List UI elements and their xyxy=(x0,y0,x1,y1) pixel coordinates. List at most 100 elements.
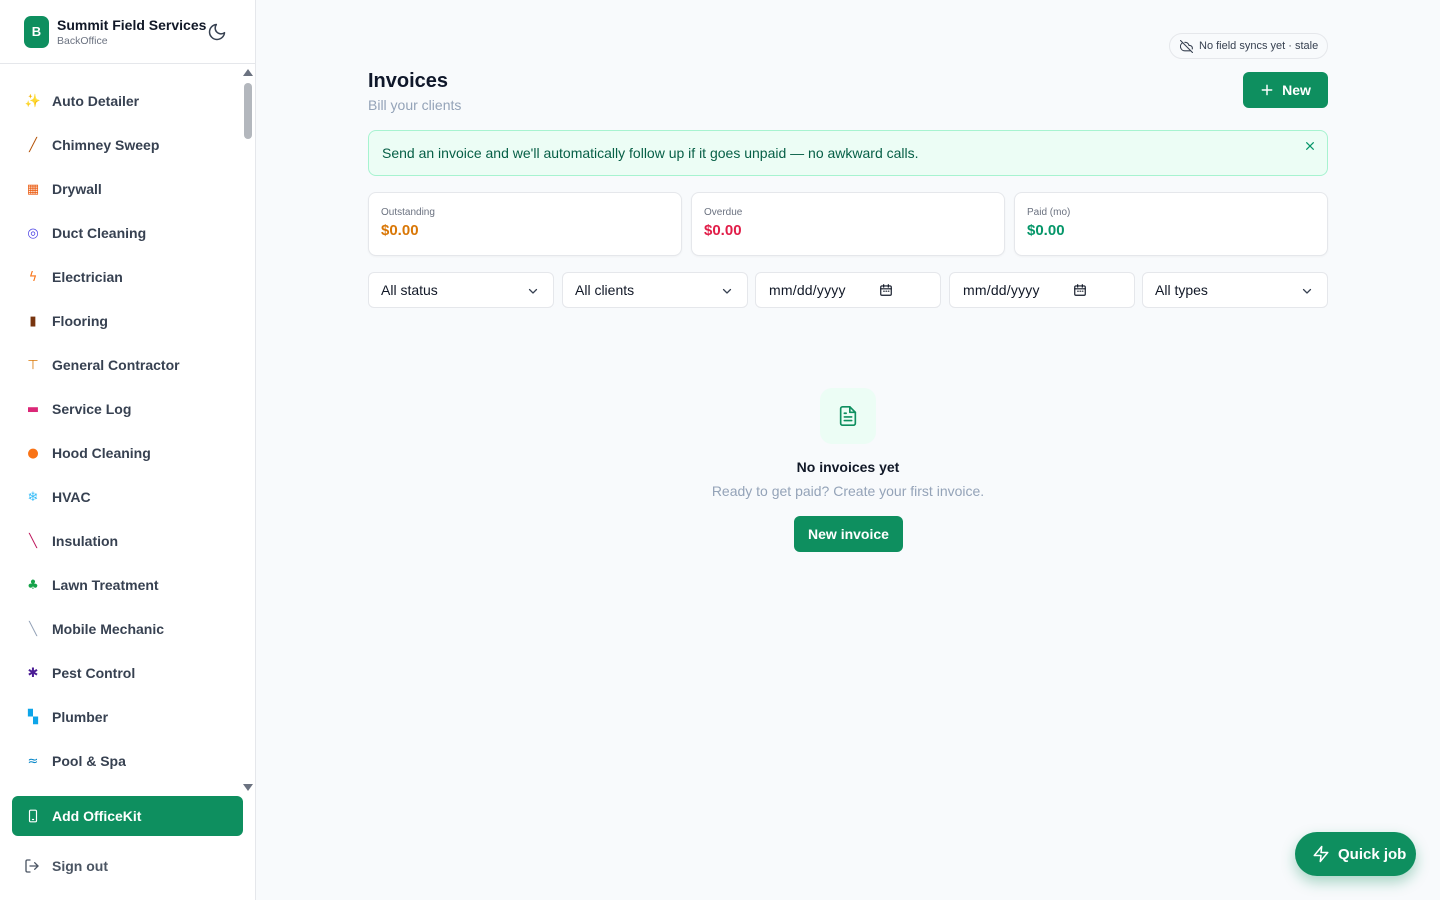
brush-icon: ╲ xyxy=(29,533,37,549)
sign-out-button[interactable]: Sign out xyxy=(24,858,108,874)
empty-state-icon-box xyxy=(820,388,876,444)
new-invoice-button[interactable]: New xyxy=(1243,72,1328,108)
document-icon xyxy=(839,406,857,426)
sidebar-item-label: Mobile Mechanic xyxy=(52,621,165,637)
sidebar-item[interactable]: ❄ HVAC xyxy=(0,475,241,519)
empty-state-subtitle: Ready to get paid? Create your first inv… xyxy=(711,483,985,499)
sidebar-item-label: Service Log xyxy=(52,401,132,417)
date-to-input[interactable]: mm/dd/yyyy xyxy=(949,272,1135,308)
scroll-down-arrow[interactable] xyxy=(243,784,253,791)
lightning-icon: ϟ xyxy=(28,269,38,285)
sidebar-item-label: Pest Control xyxy=(52,665,136,681)
sidebar-item[interactable]: ● Hood Cleaning xyxy=(0,431,241,475)
sidebar-item[interactable]: ♣ Lawn Treatment xyxy=(0,563,241,607)
type-filter-select[interactable]: All types xyxy=(1142,272,1328,308)
brand-text: Summit Field Services BackOffice xyxy=(57,16,206,48)
fire-icon: ● xyxy=(27,445,39,461)
stat-label: Outstanding xyxy=(381,207,435,218)
chevron-down-icon xyxy=(722,288,732,294)
ant-icon: ✱ xyxy=(27,665,39,681)
sidebar-item[interactable]: ✱ Pest Control xyxy=(0,651,241,695)
wrench-icon: ╲ xyxy=(29,621,37,637)
sidebar-item[interactable]: ╱ Chimney Sweep xyxy=(0,123,241,167)
pipe-icon: ▚ xyxy=(28,709,38,725)
type-filter-value: All types xyxy=(1155,282,1208,298)
sidebar-item[interactable]: ◎ Duct Cleaning xyxy=(0,211,241,255)
brand-logo: B xyxy=(24,15,49,48)
sidebar-scrollbar[interactable] xyxy=(241,64,255,794)
phone-icon xyxy=(28,809,38,823)
sidebar-item-label: General Contractor xyxy=(52,357,180,373)
new-button-label: New xyxy=(1282,82,1311,98)
sidebar-item[interactable]: ϟ Electrician xyxy=(0,255,241,299)
empty-state-title: No invoices yet xyxy=(796,459,900,475)
status-filter-select[interactable]: All status xyxy=(368,272,554,308)
sync-status-badge[interactable]: No field syncs yet · stale xyxy=(1169,33,1328,59)
moon-icon xyxy=(208,23,226,41)
quick-job-label: Quick job xyxy=(1338,845,1407,863)
spiral-icon: ◎ xyxy=(27,225,39,241)
wood-icon: ▮ xyxy=(29,313,37,329)
page-title: Invoices xyxy=(368,70,449,92)
crane-icon: ⊤ xyxy=(27,357,39,373)
sign-out-icon xyxy=(25,859,39,873)
banner-close-button[interactable] xyxy=(1303,139,1317,153)
date-to-placeholder: mm/dd/yyyy xyxy=(963,282,1040,298)
brand-subtitle: BackOffice xyxy=(57,34,108,47)
sidebar-item-label: Insulation xyxy=(52,533,119,549)
calendar-icon[interactable] xyxy=(879,283,893,297)
sidebar-item-label: HVAC xyxy=(52,489,91,505)
brand-header: B Summit Field Services BackOffice xyxy=(0,0,255,64)
quick-job-button[interactable]: Quick job xyxy=(1295,832,1416,876)
add-officekit-button[interactable]: Add OfficeKit xyxy=(12,796,243,836)
toolbox-icon: ▬ xyxy=(26,401,40,417)
info-banner: Send an invoice and we'll automatically … xyxy=(368,130,1328,176)
status-filter-value: All status xyxy=(381,282,438,298)
sidebar-item[interactable]: ⊤ General Contractor xyxy=(0,343,241,387)
sidebar-item-label: Chimney Sweep xyxy=(52,137,160,153)
scroll-thumb[interactable] xyxy=(244,83,252,139)
scroll-up-arrow[interactable] xyxy=(243,69,253,76)
lightning-icon xyxy=(1313,845,1329,863)
snowflake-icon: ❄ xyxy=(27,489,39,505)
date-from-input[interactable]: mm/dd/yyyy xyxy=(755,272,941,308)
stat-label: Overdue xyxy=(704,207,743,218)
seedling-icon: ♣ xyxy=(27,577,39,593)
create-first-invoice-button[interactable]: New invoice xyxy=(794,516,903,552)
sidebar-item[interactable]: ╲ Mobile Mechanic xyxy=(0,607,241,651)
sidebar-item[interactable]: ╲ Insulation xyxy=(0,519,241,563)
sidebar-item-label: Plumber xyxy=(52,709,109,725)
sidebar-item[interactable]: ▬ Service Log xyxy=(0,387,241,431)
plus-icon xyxy=(1261,84,1273,96)
sign-out-label: Sign out xyxy=(52,858,108,874)
stat-value: $0.00 xyxy=(1027,222,1065,239)
stat-card-overdue: Overdue $0.00 xyxy=(691,192,1005,256)
broom-icon: ╱ xyxy=(29,137,37,153)
sidebar-item[interactable]: ✨ Auto Detailer xyxy=(0,79,241,123)
sidebar-item[interactable]: ▦ Drywall xyxy=(0,167,241,211)
page-subtitle: Bill your clients xyxy=(368,97,462,113)
stat-card-paid: Paid (mo) $0.00 xyxy=(1014,192,1328,256)
add-officekit-label: Add OfficeKit xyxy=(52,808,142,824)
client-filter-value: All clients xyxy=(575,282,635,298)
chevron-down-icon xyxy=(1302,288,1312,294)
stat-value: $0.00 xyxy=(381,222,419,239)
sidebar-item[interactable]: ▮ Flooring xyxy=(0,299,241,343)
sidebar-item[interactable]: ▚ Plumber xyxy=(0,695,241,739)
sidebar-item-label: Duct Cleaning xyxy=(52,225,147,241)
brand-title: Summit Field Services xyxy=(57,16,207,33)
close-icon xyxy=(1306,142,1314,150)
client-filter-select[interactable]: All clients xyxy=(562,272,748,308)
calendar-icon[interactable] xyxy=(1073,283,1087,297)
sidebar-item[interactable]: ≈ Pool & Spa xyxy=(0,739,241,783)
chevron-down-icon xyxy=(528,288,538,294)
sidebar-item-label: Pool & Spa xyxy=(52,753,126,769)
cloud-off-icon xyxy=(1180,39,1193,53)
sidebar: B Summit Field Services BackOffice ✨ Auto… xyxy=(0,0,256,900)
sidebar-item-label: Drywall xyxy=(52,181,102,197)
dark-mode-toggle[interactable] xyxy=(206,21,228,43)
sidebar-item-label: Electrician xyxy=(52,269,123,285)
sidebar-item-label: Flooring xyxy=(52,313,108,329)
sidebar-item-label: Auto Detailer xyxy=(52,93,140,109)
sidebar-item-label: Lawn Treatment xyxy=(52,577,159,593)
